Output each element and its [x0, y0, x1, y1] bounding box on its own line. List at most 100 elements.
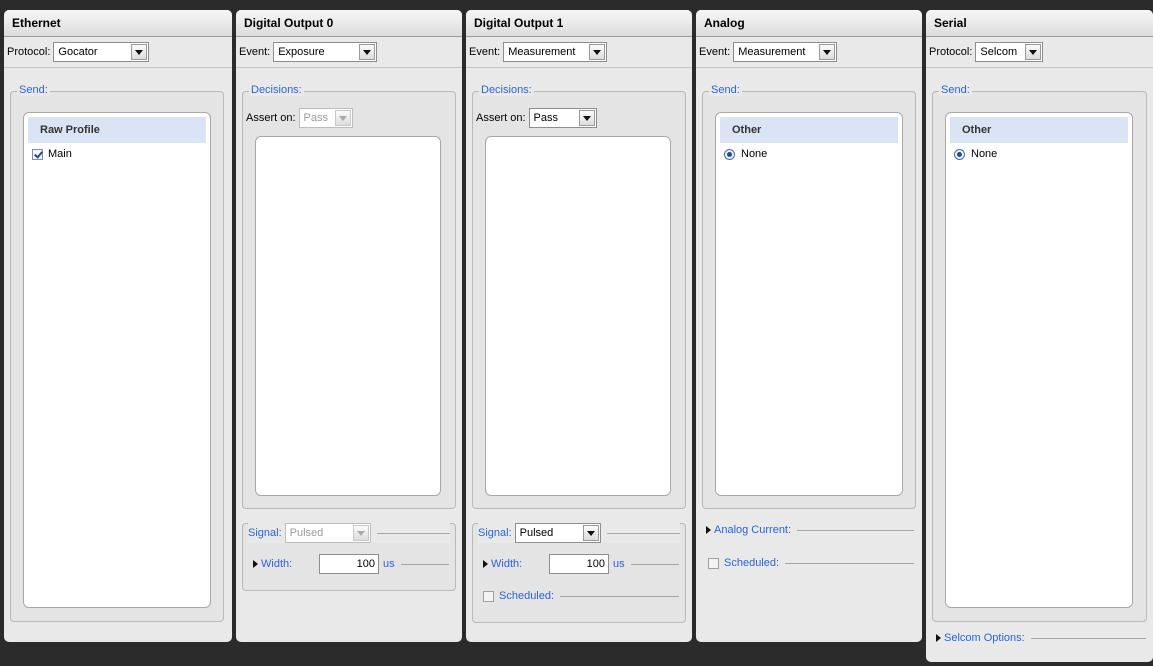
chevron-down-icon[interactable]: [582, 525, 599, 541]
list-header-other: Other: [950, 117, 1128, 143]
send-legend: Send:: [939, 84, 972, 96]
digital-output-1-panel: Digital Output 1 Event: Measurement Deci…: [466, 10, 692, 642]
chevron-down-icon[interactable]: [131, 44, 148, 60]
digital0-signal-group: Signal: Pulsed Width: 100 us: [242, 523, 456, 591]
divider: [560, 595, 679, 597]
chevron-down-icon[interactable]: [819, 44, 836, 60]
digital1-width-row: Width: 100 us: [483, 554, 679, 574]
analog-panel: Analog Event: Measurement Send: Other No…: [696, 10, 922, 642]
list-item-none[interactable]: None: [716, 143, 902, 165]
selcom-options-label[interactable]: Selcom Options:: [944, 632, 1025, 644]
chevron-down-icon[interactable]: [1025, 44, 1042, 60]
serial-panel-title: Serial: [926, 10, 1153, 37]
width-unit: us: [613, 558, 625, 570]
digital0-signal-select[interactable]: Pulsed: [284, 523, 371, 543]
expand-arrow-icon[interactable]: [253, 560, 258, 568]
digital1-assert-row: Assert on: Pass: [476, 108, 597, 128]
digital0-signal-row: Signal: Pulsed: [248, 523, 450, 543]
analog-scheduled-row: Scheduled:: [708, 557, 914, 569]
analog-event-select[interactable]: Measurement: [733, 42, 838, 62]
width-label[interactable]: Width:: [261, 558, 315, 570]
digital0-width-row: Width: 100 us: [253, 554, 449, 574]
divider: [630, 563, 679, 565]
protocol-value: Selcom: [980, 46, 1018, 58]
ethernet-protocol-row: Protocol: Gocator: [4, 37, 232, 68]
digital1-scheduled-row: Scheduled:: [483, 590, 679, 602]
event-value: Measurement: [738, 46, 806, 58]
ethernet-send-list: Raw Profile Main: [23, 112, 211, 608]
scheduled-checkbox[interactable]: [708, 557, 719, 569]
digital1-width-input[interactable]: 100: [549, 554, 609, 574]
protocol-value: Gocator: [58, 46, 98, 58]
ethernet-panel: Ethernet Protocol: Gocator Send: Raw Pro…: [4, 10, 232, 642]
checkbox-icon[interactable]: [32, 148, 43, 160]
digital0-event-select[interactable]: Exposure: [273, 42, 378, 62]
divider: [1030, 637, 1146, 639]
list-item-main[interactable]: Main: [24, 143, 210, 165]
analog-current-label[interactable]: Analog Current:: [714, 524, 791, 536]
digital0-decisions-group: Decisions: Assert on: Pass: [242, 84, 456, 509]
chevron-down-icon[interactable]: [359, 44, 376, 60]
list-header-other: Other: [720, 117, 898, 143]
digital1-assert-select[interactable]: Pass: [528, 108, 597, 128]
digital1-decisions-list[interactable]: [485, 136, 671, 496]
analog-send-list: Other None: [715, 112, 903, 496]
ethernet-send-group: Send: Raw Profile Main: [10, 84, 224, 622]
event-value: Exposure: [278, 46, 325, 58]
digital-output-0-title: Digital Output 0: [236, 10, 462, 37]
analog-panel-title: Analog: [696, 10, 922, 37]
signal-label: Signal:: [248, 527, 282, 539]
scheduled-label: Scheduled:: [724, 557, 780, 569]
protocol-label: Protocol:: [929, 46, 973, 58]
serial-panel: Serial Protocol: Selcom Send: Other None…: [926, 10, 1153, 662]
digital1-signal-select[interactable]: Pulsed: [514, 523, 601, 543]
selcom-options-row: Selcom Options:: [936, 632, 1146, 644]
divider: [606, 532, 680, 534]
analog-event-row: Event: Measurement: [696, 37, 922, 68]
serial-send-group: Send: Other None: [932, 84, 1147, 622]
digital1-event-row: Event: Measurement: [466, 37, 692, 68]
list-item-none[interactable]: None: [946, 143, 1132, 165]
serial-protocol-select[interactable]: Selcom: [975, 42, 1044, 62]
expand-arrow-icon[interactable]: [483, 560, 488, 568]
digital0-decisions-list[interactable]: [255, 136, 441, 496]
send-legend: Send:: [709, 84, 742, 96]
analog-current-row: Analog Current:: [706, 524, 914, 536]
digital0-assert-row: Assert on: Pass: [246, 108, 353, 128]
divider: [400, 563, 449, 565]
digital1-decisions-group: Decisions: Assert on: Pass: [472, 84, 686, 509]
list-item-label: None: [971, 148, 998, 160]
serial-protocol-row: Protocol: Selcom: [926, 37, 1153, 68]
radio-selected-icon[interactable]: [724, 148, 735, 160]
chevron-down-icon[interactable]: [352, 525, 369, 541]
radio-selected-icon[interactable]: [954, 148, 965, 160]
digital0-assert-select[interactable]: Pass: [298, 108, 353, 128]
signal-value: Pulsed: [519, 527, 554, 539]
send-legend: Send:: [17, 84, 50, 96]
event-label: Event:: [699, 46, 731, 58]
chevron-down-icon[interactable]: [334, 110, 351, 126]
scheduled-checkbox[interactable]: [483, 590, 494, 602]
width-unit: us: [383, 558, 395, 570]
expand-arrow-icon[interactable]: [706, 526, 711, 534]
expand-arrow-icon[interactable]: [936, 634, 941, 642]
protocol-label: Protocol:: [7, 46, 51, 58]
signal-label: Signal:: [478, 527, 512, 539]
ethernet-protocol-select[interactable]: Gocator: [53, 42, 150, 62]
digital1-signal-group: Signal: Pulsed Width: 100 us Scheduled:: [472, 523, 686, 623]
digital-output-1-title: Digital Output 1: [466, 10, 692, 37]
list-header-raw-profile: Raw Profile: [28, 117, 206, 143]
digital1-event-select[interactable]: Measurement: [503, 42, 608, 62]
digital-output-0-panel: Digital Output 0 Event: Exposure Decisio…: [236, 10, 462, 642]
chevron-down-icon[interactable]: [589, 44, 606, 60]
decisions-legend: Decisions:: [249, 84, 304, 96]
assert-on-label: Assert on:: [246, 112, 296, 124]
serial-send-list: Other None: [945, 112, 1133, 608]
assert-value: Pass: [533, 112, 558, 124]
chevron-down-icon[interactable]: [578, 110, 595, 126]
assert-on-label: Assert on:: [476, 112, 526, 124]
event-label: Event:: [239, 46, 271, 58]
digital0-width-input[interactable]: 100: [319, 554, 379, 574]
width-label[interactable]: Width:: [491, 558, 545, 570]
assert-value: Pass: [303, 112, 328, 124]
